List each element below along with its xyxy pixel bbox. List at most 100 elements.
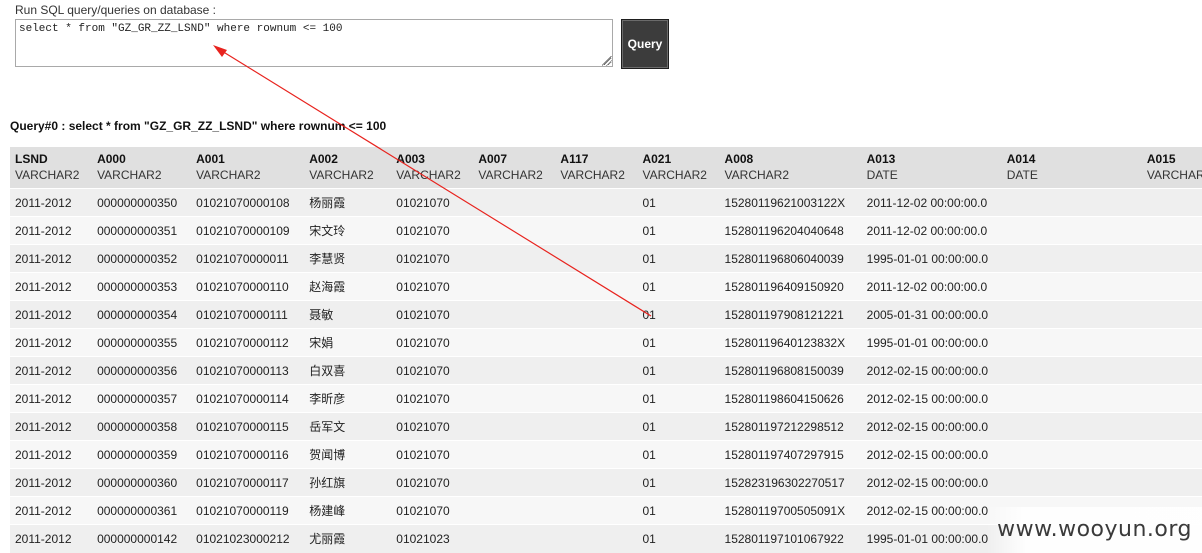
table-cell [555, 244, 638, 273]
table-row: 2011-2012 000000000351 01021070000109 宋文玲 01… [10, 216, 1202, 245]
column-header-a015: A015 VARCHAR2 [1141, 147, 1202, 189]
table-cell: 01021070000114 [191, 384, 305, 413]
table-cell: 宋文玲 [304, 216, 392, 245]
table-cell: 01 [637, 244, 720, 273]
column-name: A013 [866, 152, 896, 166]
table-cell: 2011-2012 [10, 440, 93, 469]
table-cell: 01021070000117 [191, 468, 305, 497]
table-cell [1141, 300, 1202, 329]
column-type: VARCHAR2 [1146, 168, 1202, 182]
column-type: VARCHAR2 [97, 168, 162, 182]
table-cell: 01021070000108 [191, 188, 305, 217]
table-cell: 000000000350 [92, 188, 192, 217]
table-cell: 01 [637, 440, 720, 469]
table-cell: 01021023000212 [191, 524, 305, 553]
table-cell: 1995-01-01 00:00:00.0 [861, 328, 1002, 357]
table-cell: 李昕彦 [304, 384, 392, 413]
column-name: A117 [560, 152, 589, 166]
table-cell: 01021070000011 [191, 244, 305, 273]
table-cell: 聂敏 [304, 300, 392, 329]
table-row: 2011-2012 000000000356 01021070000113 白双喜 01… [10, 356, 1202, 385]
query-button[interactable]: Query [621, 19, 669, 69]
table-cell: 2012-02-15 00:00:00.0 [861, 384, 1002, 413]
table-cell: 000000000359 [92, 440, 192, 469]
table-cell [1001, 412, 1142, 441]
table-cell: 2011-2012 [10, 356, 93, 385]
table-cell: 2011-2012 [10, 412, 93, 441]
table-cell: 2011-2012 [10, 300, 93, 329]
column-header-a021: A021 VARCHAR2 [637, 147, 720, 189]
table-cell: 贺闻博 [304, 440, 392, 469]
table-cell: 000000000356 [92, 356, 192, 385]
table-cell: 000000000352 [92, 244, 192, 273]
table-cell: 01021070 [391, 356, 474, 385]
table-cell [555, 468, 638, 497]
table-cell: 152801197101067922 [719, 524, 862, 553]
table-cell: 15280119621003122X [719, 188, 862, 217]
column-header-a003: A003 VARCHAR2 [391, 147, 474, 189]
table-header-row: LSND VARCHAR2 A000 VARCHAR2 A001 VARCHAR2 A002… [10, 147, 1202, 189]
watermark: www.wooyun.org [987, 507, 1202, 553]
table-cell [1001, 468, 1142, 497]
table-cell: 152801197407297915 [719, 440, 862, 469]
table-cell: 2005-01-31 00:00:00.0 [861, 300, 1002, 329]
table-cell [473, 272, 556, 301]
table-cell: 孙红旗 [304, 468, 392, 497]
table-row: 2011-2012 000000000355 01021070000112 宋娟 010… [10, 328, 1202, 357]
table-cell: 2011-12-02 00:00:00.0 [861, 272, 1002, 301]
table-cell [1141, 468, 1202, 497]
column-type: VARCHAR2 [196, 168, 261, 182]
table-cell: 01 [637, 384, 720, 413]
table-cell: 2011-2012 [10, 468, 93, 497]
table-cell [473, 188, 556, 217]
table-cell: 000000000351 [92, 216, 192, 245]
table-cell: 15280119700505091X [719, 496, 862, 525]
table-cell: 152801196808150039 [719, 356, 862, 385]
table-cell: 01021070000111 [191, 300, 305, 329]
table-cell [1141, 272, 1202, 301]
column-type: VARCHAR2 [396, 168, 461, 182]
table-cell [555, 328, 638, 357]
column-header-a014: A014 DATE [1001, 147, 1142, 189]
table-cell: 01 [637, 300, 720, 329]
table-row: 2011-2012 000000000357 01021070000114 李昕彦 01… [10, 384, 1202, 413]
column-type: VARCHAR2 [560, 168, 625, 182]
table-cell [555, 524, 638, 553]
table-cell [1141, 412, 1202, 441]
table-cell: 152801198604150626 [719, 384, 862, 413]
table-cell: 000000000358 [92, 412, 192, 441]
table-cell [473, 440, 556, 469]
table-cell: 000000000142 [92, 524, 192, 553]
table-cell: 01 [637, 524, 720, 553]
table-row: 2011-2012 000000000360 01021070000117 孙红旗 01… [10, 468, 1202, 497]
table-cell: 01021070000110 [191, 272, 305, 301]
table-cell: 01021070 [391, 216, 474, 245]
table-cell: 2011-12-02 00:00:00.0 [861, 216, 1002, 245]
table-cell [1141, 188, 1202, 217]
table-row: 2011-2012 000000000352 01021070000011 李慧贤 01… [10, 244, 1202, 273]
table-cell [473, 468, 556, 497]
table-body: 2011-2012 000000000350 01021070000108 杨丽霞 01… [10, 188, 1202, 553]
table-cell: 152801197212298512 [719, 412, 862, 441]
table-cell: 15280119640123832X [719, 328, 862, 357]
column-header-a013: A013 DATE [861, 147, 1002, 189]
column-type: VARCHAR2 [15, 168, 80, 182]
table-cell: 赵海霞 [304, 272, 392, 301]
table-cell [473, 328, 556, 357]
column-type: VARCHAR2 [724, 168, 789, 182]
sql-query-input[interactable] [15, 19, 613, 67]
run-sql-label: Run SQL query/queries on database : [15, 3, 217, 17]
table-cell: 000000000355 [92, 328, 192, 357]
table-cell [1001, 216, 1142, 245]
table-cell [555, 384, 638, 413]
table-cell: 01 [637, 188, 720, 217]
table-cell [555, 216, 638, 245]
column-type: DATE [1006, 168, 1038, 182]
table-cell: 2011-2012 [10, 384, 93, 413]
column-name: A008 [724, 152, 754, 166]
table-cell: 152801196806040039 [719, 244, 862, 273]
table-cell [1141, 440, 1202, 469]
table-cell: 01021070 [391, 468, 474, 497]
table-cell: 2011-2012 [10, 328, 93, 357]
table-cell: 01021070 [391, 412, 474, 441]
